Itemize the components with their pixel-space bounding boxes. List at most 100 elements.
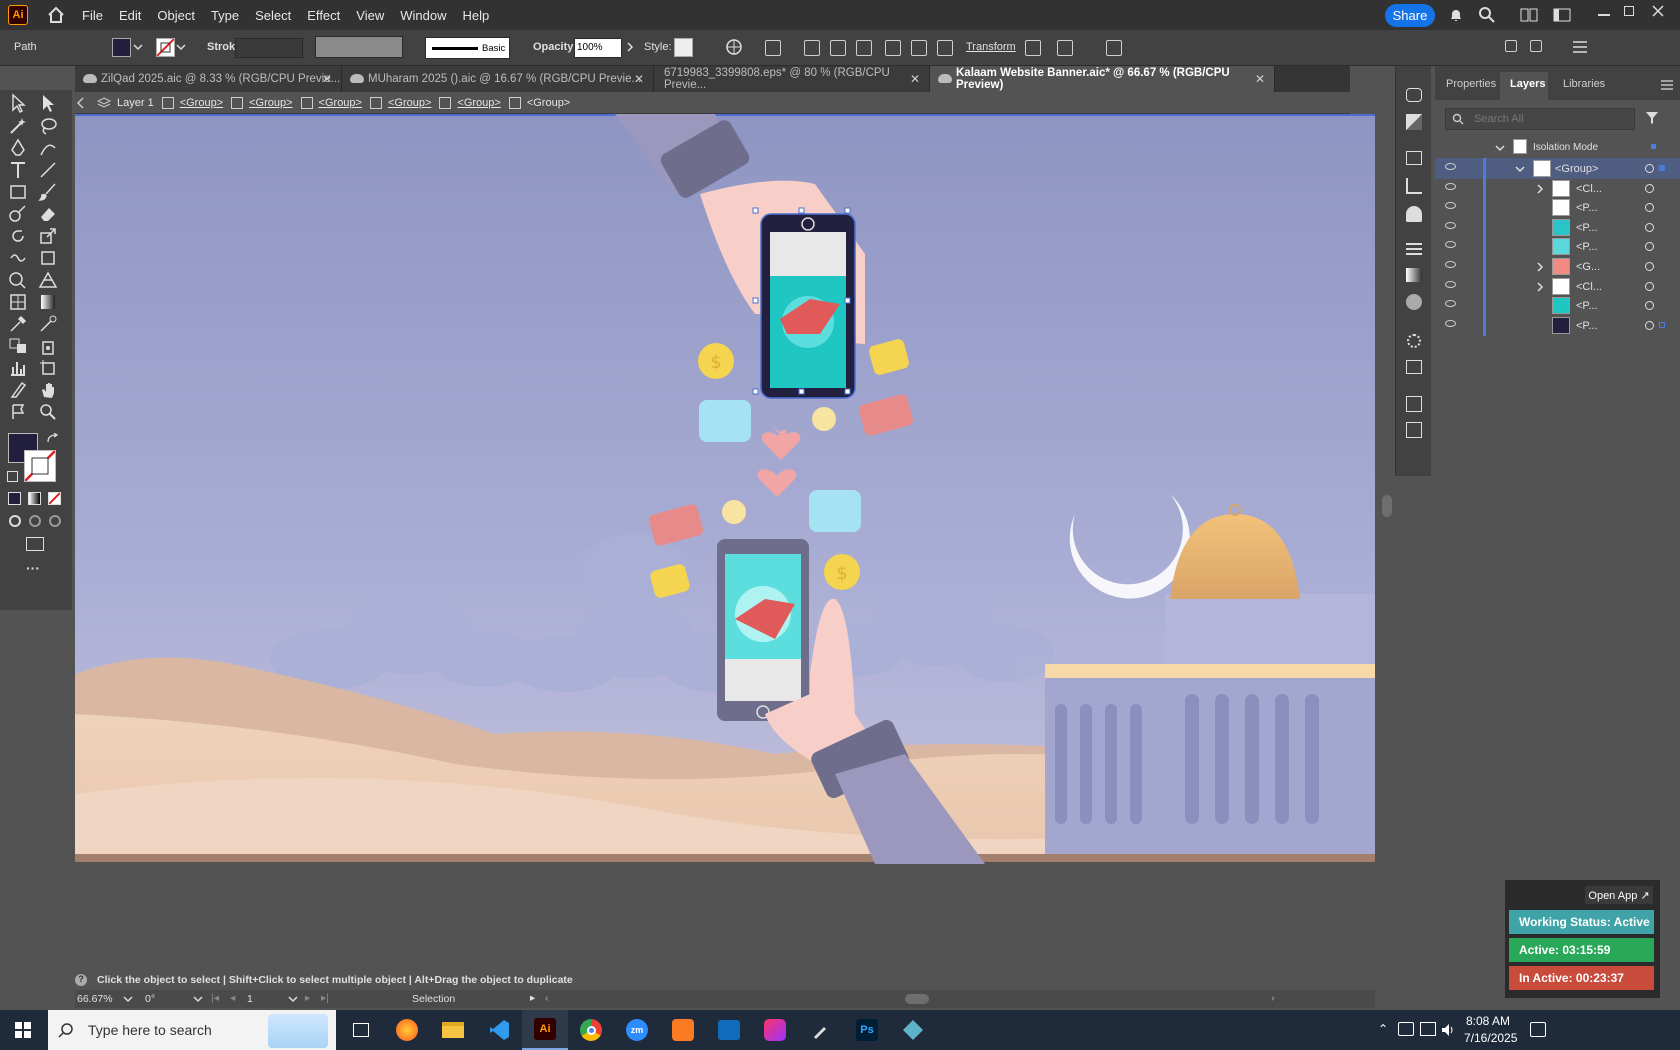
last-artboard-icon[interactable]: ▸| — [321, 992, 329, 1004]
opacity-field[interactable]: 100% — [574, 38, 622, 58]
tab-kalaam-banner[interactable]: Kalaam Website Banner.aic* @ 66.67 % (RG… — [930, 66, 1275, 92]
tab-zilqad[interactable]: ZilQad 2025.aic @ 8.33 % (RGB/CPU Previe… — [75, 66, 342, 92]
menu-object[interactable]: Object — [157, 8, 195, 23]
layer-name[interactable]: <Group> — [1555, 163, 1598, 175]
measure-tool-icon[interactable] — [38, 314, 58, 334]
breadcrumb-group[interactable]: <Group> — [161, 96, 223, 109]
gradient-tool-icon[interactable] — [38, 292, 58, 312]
illustrator-logo[interactable]: Ai — [8, 5, 28, 25]
horizontal-scrollbar-thumb[interactable] — [905, 994, 929, 1004]
shaper-tool-icon[interactable] — [8, 204, 28, 224]
symbol-sprayer-icon[interactable] — [38, 336, 58, 356]
more-tools-icon[interactable]: ··· — [26, 560, 40, 576]
align-hcenter-icon[interactable] — [830, 40, 846, 56]
restore-button[interactable] — [1624, 6, 1634, 16]
creative-cloud-icon[interactable] — [752, 1010, 798, 1050]
layer-name[interactable]: <G... — [1576, 261, 1600, 273]
align-left-icon[interactable] — [804, 40, 820, 56]
layer-row[interactable]: <Group> — [1435, 158, 1680, 179]
chevron-down-icon[interactable] — [176, 42, 186, 52]
paintbrush-tool-icon[interactable] — [38, 182, 58, 202]
photoshop-icon[interactable]: Ps — [844, 1010, 890, 1050]
scrollbar-thumb[interactable] — [1382, 495, 1392, 517]
column-graph-icon[interactable] — [8, 358, 28, 378]
menu-effect[interactable]: Effect — [307, 8, 340, 23]
back-arrow-icon[interactable] — [75, 96, 89, 110]
layer-row[interactable]: <Cl... — [1435, 177, 1680, 199]
type-tool-icon[interactable] — [8, 160, 28, 180]
puppet-warp-icon[interactable] — [1057, 40, 1073, 56]
draw-inside-icon[interactable] — [49, 515, 61, 527]
eyedropper-icon[interactable] — [8, 314, 28, 334]
menu-window[interactable]: Window — [400, 8, 446, 23]
layer-name[interactable]: <P... — [1576, 202, 1598, 214]
menu-edit[interactable]: Edit — [119, 8, 141, 23]
layer-row[interactable]: <P... — [1435, 197, 1680, 219]
isolate-object-icon[interactable] — [1025, 40, 1041, 56]
rotate-tool-icon[interactable] — [8, 226, 28, 246]
canvas[interactable]: $ $ — [75, 114, 1375, 970]
align-right-icon[interactable] — [856, 40, 872, 56]
vertical-scrollbar[interactable] — [1380, 90, 1394, 970]
stroke-panel-icon[interactable] — [1406, 242, 1422, 256]
menu-select[interactable]: Select — [255, 8, 291, 23]
prev-artboard-icon[interactable]: ◂ — [230, 992, 235, 1004]
color-guide-icon[interactable] — [1407, 334, 1421, 348]
open-app-button[interactable]: Open App ↗ — [1585, 886, 1653, 904]
tab-muharam[interactable]: MUharam 2025 ().aic @ 16.67 % (RGB/CPU P… — [342, 66, 654, 92]
visibility-eye-icon[interactable] — [1445, 300, 1456, 308]
brushes-icon[interactable] — [1406, 178, 1422, 194]
close-tab-icon[interactable]: ✕ — [634, 72, 644, 86]
target-circle-icon[interactable] — [1645, 203, 1654, 213]
chevron-right-icon[interactable] — [1535, 184, 1545, 194]
chevron-down-icon[interactable] — [1495, 143, 1505, 153]
tab-properties[interactable]: Properties — [1446, 78, 1496, 90]
scale-tool-icon[interactable] — [38, 226, 58, 246]
slice-tool-icon[interactable] — [8, 380, 28, 400]
tab-eps[interactable]: 6719983_3399808.eps* @ 80 % (RGB/CPU Pre… — [654, 66, 930, 92]
appearance-icon[interactable] — [1406, 88, 1422, 102]
warp-tool-icon[interactable] — [8, 248, 28, 268]
breadcrumb-layer[interactable]: Layer 1 — [97, 97, 154, 109]
layer-row[interactable]: <P... — [1435, 216, 1680, 238]
pen-tool-icon[interactable] — [8, 138, 28, 158]
zoom-level[interactable]: 66.67% — [77, 993, 113, 1005]
share-button[interactable]: Share — [1385, 4, 1435, 27]
clock-date[interactable]: 7/16/2025 — [1464, 1031, 1517, 1045]
transparency-icon[interactable] — [1406, 294, 1422, 310]
selection-indicator[interactable] — [1651, 144, 1656, 149]
close-tab-icon[interactable]: ✕ — [910, 72, 920, 86]
chevron-right-icon[interactable] — [625, 42, 635, 52]
clock-time[interactable]: 8:08 AM — [1466, 1014, 1510, 1028]
panel-menu-icon[interactable] — [1661, 80, 1673, 90]
layer-row[interactable]: <P... — [1435, 236, 1680, 258]
blend-tool-icon[interactable] — [8, 336, 28, 356]
isolation-mode-row[interactable]: Isolation Mode — [1435, 137, 1680, 158]
filter-icon[interactable] — [1645, 111, 1659, 125]
app-gem-icon[interactable] — [890, 1010, 936, 1050]
screen-mode-icon[interactable] — [26, 537, 44, 551]
next-artboard-icon[interactable]: ▸ — [305, 992, 310, 1004]
align-bottom-icon[interactable] — [937, 40, 953, 56]
swatches-icon[interactable] — [1406, 151, 1422, 165]
target-circle-icon[interactable] — [1645, 242, 1654, 252]
transform-link[interactable]: Transform — [966, 41, 1016, 53]
swap-colors-icon[interactable] — [46, 433, 60, 445]
layer-name[interactable]: <P... — [1576, 300, 1598, 312]
lasso-icon[interactable] — [38, 116, 58, 136]
gradient-mode-icon[interactable] — [28, 492, 41, 505]
align-vcenter-icon[interactable] — [911, 40, 927, 56]
taskbar-search-box[interactable]: Type here to search — [48, 1010, 336, 1050]
windows-start-icon[interactable] — [15, 1022, 31, 1038]
first-artboard-icon[interactable]: |◂ — [211, 992, 219, 1004]
stroke-weight-field[interactable] — [235, 38, 303, 58]
tab-layers[interactable]: Layers — [1510, 78, 1545, 90]
layer-name[interactable]: <P... — [1576, 222, 1598, 234]
export-icon[interactable] — [1406, 396, 1422, 412]
layer-row[interactable]: <G... — [1435, 256, 1680, 277]
draw-normal-icon[interactable] — [9, 515, 21, 527]
visibility-eye-icon[interactable] — [1445, 202, 1456, 210]
tab-libraries[interactable]: Libraries — [1563, 78, 1605, 90]
graphic-styles-icon[interactable] — [1406, 114, 1422, 130]
chrome-icon[interactable] — [568, 1010, 614, 1050]
